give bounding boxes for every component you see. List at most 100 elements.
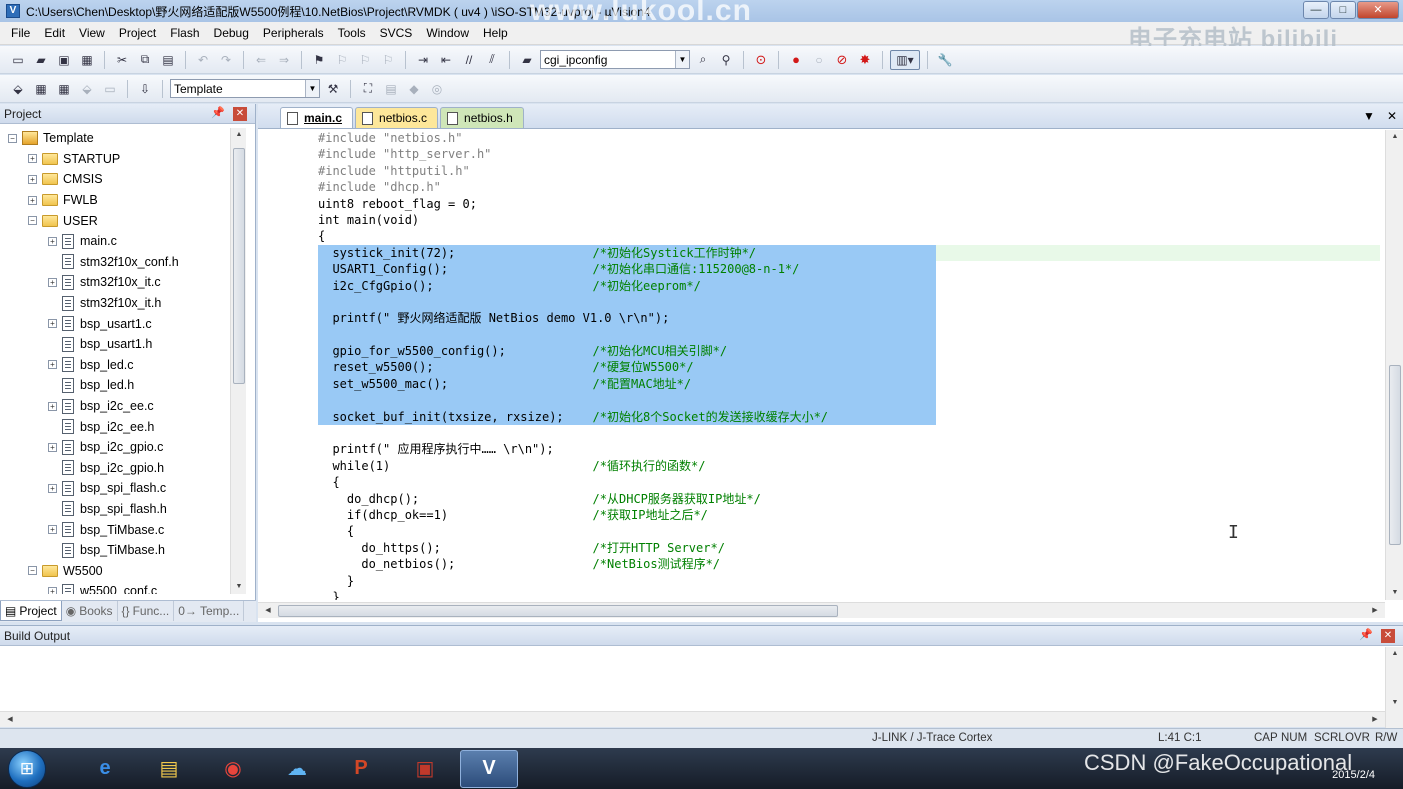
menu-file[interactable]: File (4, 26, 37, 40)
code-line[interactable]: 37#include "dhcp.h" (318, 179, 1380, 195)
configure-icon[interactable]: 🔧 (935, 50, 955, 70)
minimize-button[interactable]: — (1303, 1, 1329, 19)
network-app-taskbar-button[interactable]: ☁ (268, 750, 326, 788)
clear-bookmarks-icon[interactable]: ⚐ (378, 50, 398, 70)
uncomment-icon[interactable]: ⫽ (482, 50, 502, 70)
start-debug-icon[interactable]: ⊙ (751, 50, 771, 70)
code-line[interactable]: 34#include "netbios.h" (318, 130, 1380, 146)
code-line[interactable]: 40−{ (318, 228, 1380, 244)
incremental-find-icon[interactable]: ⚲ (716, 50, 736, 70)
menu-project[interactable]: Project (112, 26, 163, 40)
close-panel-icon[interactable]: ✕ (233, 107, 247, 121)
code-line[interactable]: 49 set_w5500_mac(); /*配置MAC地址*/ (318, 375, 1380, 393)
kill-breakpoints-icon[interactable]: ✸ (855, 50, 875, 70)
collapse-icon[interactable]: − (8, 133, 17, 143)
expand-icon[interactable]: + (28, 174, 37, 184)
scroll-down-icon[interactable]: ▼ (231, 580, 247, 594)
expand-icon[interactable]: + (48, 525, 57, 535)
prev-bookmark-icon[interactable]: ⚐ (332, 50, 352, 70)
navigate-back-icon[interactable]: ⇐ (251, 50, 271, 70)
chevron-down-icon[interactable]: ▼ (675, 51, 689, 68)
panel-tab[interactable]: 0→ Temp... (174, 601, 245, 621)
menu-view[interactable]: View (72, 26, 112, 40)
tree-item[interactable]: bsp_i2c_gpio.h (4, 458, 230, 479)
tree-item[interactable]: + STARTUP (4, 149, 230, 170)
expand-icon[interactable]: + (28, 195, 37, 205)
code-line[interactable]: 52 (318, 425, 1380, 441)
scroll-up-icon[interactable]: ▲ (231, 128, 247, 142)
tree-item[interactable]: + stm32f10x_it.c (4, 272, 230, 293)
expand-icon[interactable]: + (48, 442, 57, 452)
tree-item[interactable]: − USER (4, 210, 230, 231)
code-line[interactable]: 51 socket_buf_init(txsize, rxsize); /*初始… (318, 408, 1380, 426)
tree-item[interactable]: + main.c (4, 231, 230, 252)
code-line[interactable]: 35#include "http_server.h" (318, 146, 1380, 162)
scrollbar-thumb[interactable] (278, 605, 838, 617)
code-line[interactable]: 56 do_dhcp(); /*从DHCP服务器获取IP地址*/ (318, 491, 1380, 507)
code-line[interactable]: 59 do_https(); /*打开HTTP Server*/ (318, 540, 1380, 556)
expand-icon[interactable]: + (48, 277, 57, 287)
editor-tab[interactable]: netbios.c (355, 107, 439, 128)
code-line[interactable]: 39int main(void) (318, 212, 1380, 228)
tree-item[interactable]: + bsp_usart1.c (4, 313, 230, 334)
tree-item[interactable]: − W5500 (4, 560, 230, 581)
code-line[interactable]: 53 printf(" 应用程序执行中…… \r\n"); (318, 441, 1380, 457)
window-layout-icon[interactable]: ▥▾ (890, 49, 920, 70)
manage-components-icon[interactable]: ⛶ (358, 79, 378, 99)
copy-icon[interactable]: ⧉ (135, 50, 155, 70)
menu-edit[interactable]: Edit (37, 26, 72, 40)
code-line[interactable]: 47 gpio_for_w5500_config(); /*初始化MCU相关引脚… (318, 343, 1380, 360)
panel-tab[interactable]: ◉ Books (62, 601, 118, 621)
pin-icon[interactable]: 📌 (1359, 628, 1373, 641)
paste-icon[interactable]: ▤ (158, 50, 178, 70)
keil-uvision-taskbar-button[interactable]: V (460, 749, 518, 788)
batch-build-icon[interactable]: ⬙ (77, 79, 97, 99)
tree-item[interactable]: + bsp_i2c_ee.c (4, 396, 230, 417)
code-line[interactable]: 48 reset_w5500(); /*硬复位W5500*/ (318, 359, 1380, 376)
scroll-left-icon[interactable]: ◀ (2, 713, 18, 727)
find-combo[interactable]: cgi_ipconfig ▼ (540, 50, 690, 69)
scroll-down-icon[interactable]: ▼ (1386, 586, 1403, 600)
menu-svcs[interactable]: SVCS (373, 26, 420, 40)
powerpoint-taskbar-button[interactable]: P (332, 750, 390, 788)
target-options-icon[interactable]: ⚒ (323, 79, 343, 99)
tree-item[interactable]: bsp_usart1.h (4, 334, 230, 355)
file-explorer-taskbar-button[interactable]: ▤ (140, 750, 198, 788)
panel-tab[interactable]: ▤ Project (0, 601, 62, 621)
translate-icon[interactable]: ⬙ (8, 79, 28, 99)
scrollbar-thumb[interactable] (1389, 365, 1401, 545)
editor-vertical-scrollbar[interactable]: ▲ ▼ (1385, 130, 1403, 600)
find-icon[interactable]: ⌕ (693, 50, 713, 70)
target-combo[interactable]: Template ▼ (170, 79, 320, 98)
expand-icon[interactable]: + (48, 236, 57, 246)
menu-help[interactable]: Help (476, 26, 515, 40)
close-panel-icon[interactable]: ✕ (1381, 629, 1395, 643)
code-line[interactable]: 42 USART1_Config(); /*初始化串口通信:115200@8-n… (318, 261, 1380, 278)
download-icon[interactable]: ⇩ (135, 79, 155, 99)
close-tab-icon[interactable]: ✕ (1387, 109, 1397, 123)
save-icon[interactable]: ▣ (54, 50, 74, 70)
stop-build-icon[interactable]: ▭ (100, 79, 120, 99)
expand-icon[interactable]: + (48, 401, 57, 411)
cut-icon[interactable]: ✂ (112, 50, 132, 70)
event-recorder-icon[interactable]: ◎ (427, 79, 447, 99)
menu-flash[interactable]: Flash (163, 26, 206, 40)
tree-item[interactable]: stm32f10x_it.h (4, 293, 230, 314)
scroll-right-icon[interactable]: ▶ (1367, 604, 1383, 618)
scroll-up-icon[interactable]: ▲ (1386, 130, 1403, 144)
tree-item[interactable]: stm32f10x_conf.h (4, 252, 230, 273)
expand-icon[interactable]: + (48, 586, 57, 594)
chevron-down-icon[interactable]: ▼ (305, 80, 319, 97)
open-file-icon[interactable]: ▰ (31, 50, 51, 70)
bookmark-icon[interactable]: ⚑ (309, 50, 329, 70)
tree-item[interactable]: + CMSIS (4, 169, 230, 190)
expand-icon[interactable]: + (28, 154, 37, 164)
rebuild-icon[interactable]: ▦ (54, 79, 74, 99)
new-file-icon[interactable]: ▭ (8, 50, 28, 70)
disable-breakpoints-icon[interactable]: ⊘ (832, 50, 852, 70)
tree-item[interactable]: bsp_spi_flash.h (4, 499, 230, 520)
enable-breakpoint-icon[interactable]: ○ (809, 50, 829, 70)
tree-item[interactable]: + bsp_TiMbase.c (4, 519, 230, 540)
maximize-button[interactable]: □ (1330, 1, 1356, 19)
pin-icon[interactable]: 📌 (211, 106, 225, 119)
